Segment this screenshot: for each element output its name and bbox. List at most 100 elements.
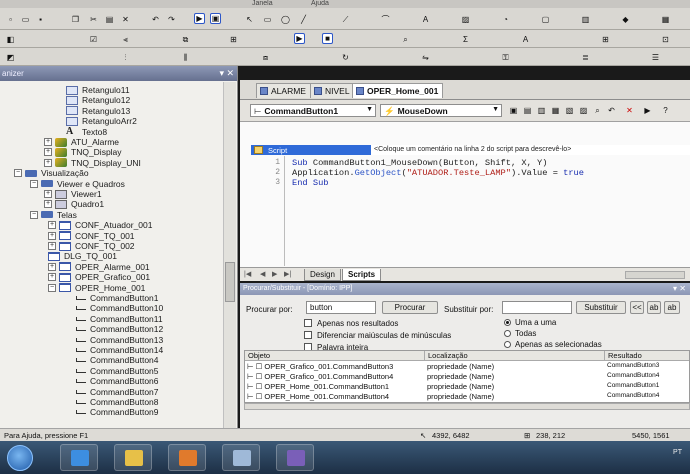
- zoom-icon[interactable]: ⌕: [400, 34, 411, 45]
- properties-icon[interactable]: ☰: [650, 52, 661, 63]
- results-table[interactable]: Objeto Localização Resultado ⊢ ☐ OPER_Gr…: [244, 350, 690, 403]
- delete-icon[interactable]: ✕: [120, 14, 131, 25]
- expand-icon[interactable]: +: [44, 148, 52, 157]
- tree-node[interactable]: + OPER_Grafico_001: [48, 272, 150, 282]
- start-button[interactable]: [7, 445, 33, 471]
- button-tool-icon[interactable]: ▢: [540, 14, 551, 25]
- tree-node[interactable]: + Quadro1: [44, 199, 104, 209]
- script-paste-icon[interactable]: ▨: [578, 105, 589, 116]
- column-header-localizacao[interactable]: Localização: [425, 351, 605, 361]
- editor-hscrollbar[interactable]: [625, 271, 685, 279]
- system-tray[interactable]: PT: [673, 449, 682, 456]
- code-line[interactable]: Sub CommandButton1_MouseDown(Button, Shi…: [292, 158, 547, 168]
- column-header-objeto[interactable]: Objeto: [245, 351, 425, 361]
- tree-node[interactable]: DLG_TQ_001: [48, 251, 117, 261]
- menu-item-ajuda[interactable]: Ajuda: [311, 0, 329, 7]
- table-tool-icon[interactable]: ▦: [660, 14, 671, 25]
- event-select[interactable]: ⚡ MouseDown ▼: [380, 104, 502, 117]
- tree-node[interactable]: CommandButton11: [76, 314, 163, 324]
- tree-node[interactable]: − Visualização: [14, 168, 89, 178]
- prev-page-icon[interactable]: ◀: [260, 270, 265, 278]
- menu-item-janela[interactable]: Janela: [252, 0, 273, 7]
- checkbox-apenas-resultados[interactable]: [304, 319, 312, 327]
- distribute-icon[interactable]: ⫼: [180, 52, 191, 63]
- expand-icon[interactable]: +: [48, 242, 56, 250]
- fill-color-icon[interactable]: ◧: [5, 34, 16, 45]
- script-save-icon[interactable]: ▥: [536, 105, 547, 116]
- image-tool-icon[interactable]: ▨: [460, 14, 471, 25]
- arrange-icon[interactable]: ⊞: [228, 34, 239, 45]
- paste-icon[interactable]: ▤: [104, 14, 115, 25]
- tree-node[interactable]: CommandButton10: [76, 303, 163, 313]
- script-find-icon[interactable]: ⌕: [592, 105, 603, 116]
- align-center-icon[interactable]: ⫶: [120, 52, 131, 63]
- snap-icon[interactable]: ⊡: [660, 34, 671, 45]
- tree-node[interactable]: CommandButton6: [76, 376, 159, 386]
- tree-node[interactable]: CommandButton9: [76, 407, 159, 417]
- taskbar-elipse-icon[interactable]: [276, 444, 314, 471]
- tab-oper-home[interactable]: OPER_Home_001: [352, 83, 444, 98]
- tree-node[interactable]: + Viewer1: [44, 189, 102, 199]
- copy-icon[interactable]: ❐: [70, 14, 81, 25]
- tree-node[interactable]: + TNQ_Display: [44, 147, 122, 157]
- replace-button[interactable]: Substituir: [576, 301, 626, 314]
- column-header-resultado[interactable]: Resultado: [605, 351, 689, 361]
- tree-node[interactable]: CommandButton12: [76, 324, 163, 334]
- save-icon[interactable]: ▪: [35, 14, 46, 25]
- expand-icon[interactable]: +: [48, 262, 56, 271]
- tree-node[interactable]: + CONF_TQ_001: [48, 231, 135, 241]
- radio-todas[interactable]: [504, 330, 511, 337]
- sigma-icon[interactable]: Σ: [460, 34, 471, 45]
- tab-alarme[interactable]: ALARME: [256, 83, 311, 98]
- tree-node[interactable]: − Viewer e Quadros: [30, 179, 125, 189]
- font-color-icon[interactable]: A: [520, 34, 531, 45]
- new-icon[interactable]: ▫: [5, 14, 16, 25]
- script-name-tab[interactable]: Script: [251, 145, 371, 155]
- text-tool-icon[interactable]: A: [420, 14, 431, 25]
- tree-node[interactable]: CommandButton4: [76, 355, 159, 365]
- grid-icon[interactable]: ⊞: [600, 34, 611, 45]
- collapse-icon[interactable]: −: [14, 169, 22, 178]
- run-icon[interactable]: ▶: [194, 13, 205, 24]
- taskbar-app-icon[interactable]: [222, 444, 260, 471]
- tree-node[interactable]: − OPER_Home_001: [48, 283, 145, 293]
- chart-tool-icon[interactable]: ▥: [580, 14, 591, 25]
- expand-icon[interactable]: +: [44, 138, 52, 146]
- redo-icon[interactable]: ↷: [166, 14, 177, 25]
- line-color-icon[interactable]: ◩: [5, 52, 16, 63]
- expand-icon[interactable]: +: [48, 231, 56, 240]
- pointer-icon[interactable]: ↖: [244, 14, 255, 25]
- tree-node[interactable]: CommandButton5: [76, 366, 159, 376]
- script-delete-icon[interactable]: ✕: [624, 105, 635, 116]
- first-page-icon[interactable]: |◀: [244, 270, 251, 278]
- lock-icon[interactable]: ⚿: [500, 52, 511, 63]
- checkbox-maiusculas[interactable]: [304, 331, 312, 339]
- tree-scroll-thumb[interactable]: [225, 262, 235, 302]
- alarm-tool-icon[interactable]: ◆: [620, 14, 631, 25]
- group-icon[interactable]: ⧉: [180, 34, 191, 45]
- expand-icon[interactable]: +: [48, 221, 56, 230]
- layer-icon[interactable]: ≣: [580, 52, 591, 63]
- tree-node[interactable]: Retangulo11: [66, 85, 130, 95]
- expand-icon[interactable]: +: [44, 190, 52, 198]
- script-undo-icon[interactable]: ↶: [606, 105, 617, 116]
- script-copy-icon[interactable]: ▧: [564, 105, 575, 116]
- radio-selecionadas[interactable]: [504, 341, 511, 348]
- tree-node[interactable]: + OPER_Alarme_001: [48, 262, 150, 272]
- code-line[interactable]: End Sub: [292, 178, 329, 188]
- expand-icon[interactable]: +: [44, 158, 52, 167]
- tree-node[interactable]: CommandButton1: [76, 293, 159, 303]
- tree-node[interactable]: CommandButton14: [76, 345, 163, 355]
- script-run-icon[interactable]: ▶: [642, 105, 653, 116]
- line-tool-icon[interactable]: ╱: [298, 14, 309, 25]
- next-page-icon[interactable]: ▶: [272, 270, 277, 278]
- window-icon[interactable]: ▣: [210, 13, 221, 24]
- panel-controls[interactable]: ▾ ✕: [219, 68, 234, 79]
- arc-tool-icon[interactable]: ⌒: [380, 14, 391, 25]
- search-button[interactable]: Procurar: [382, 301, 438, 314]
- script-new-icon[interactable]: ▣: [508, 105, 519, 116]
- collapse-icon[interactable]: −: [30, 210, 38, 219]
- script-cut-icon[interactable]: ▦: [550, 105, 561, 116]
- code-line[interactable]: Application.GetObject("ATUADOR.Teste_LAM…: [292, 168, 584, 178]
- stop-icon[interactable]: ■: [322, 33, 333, 44]
